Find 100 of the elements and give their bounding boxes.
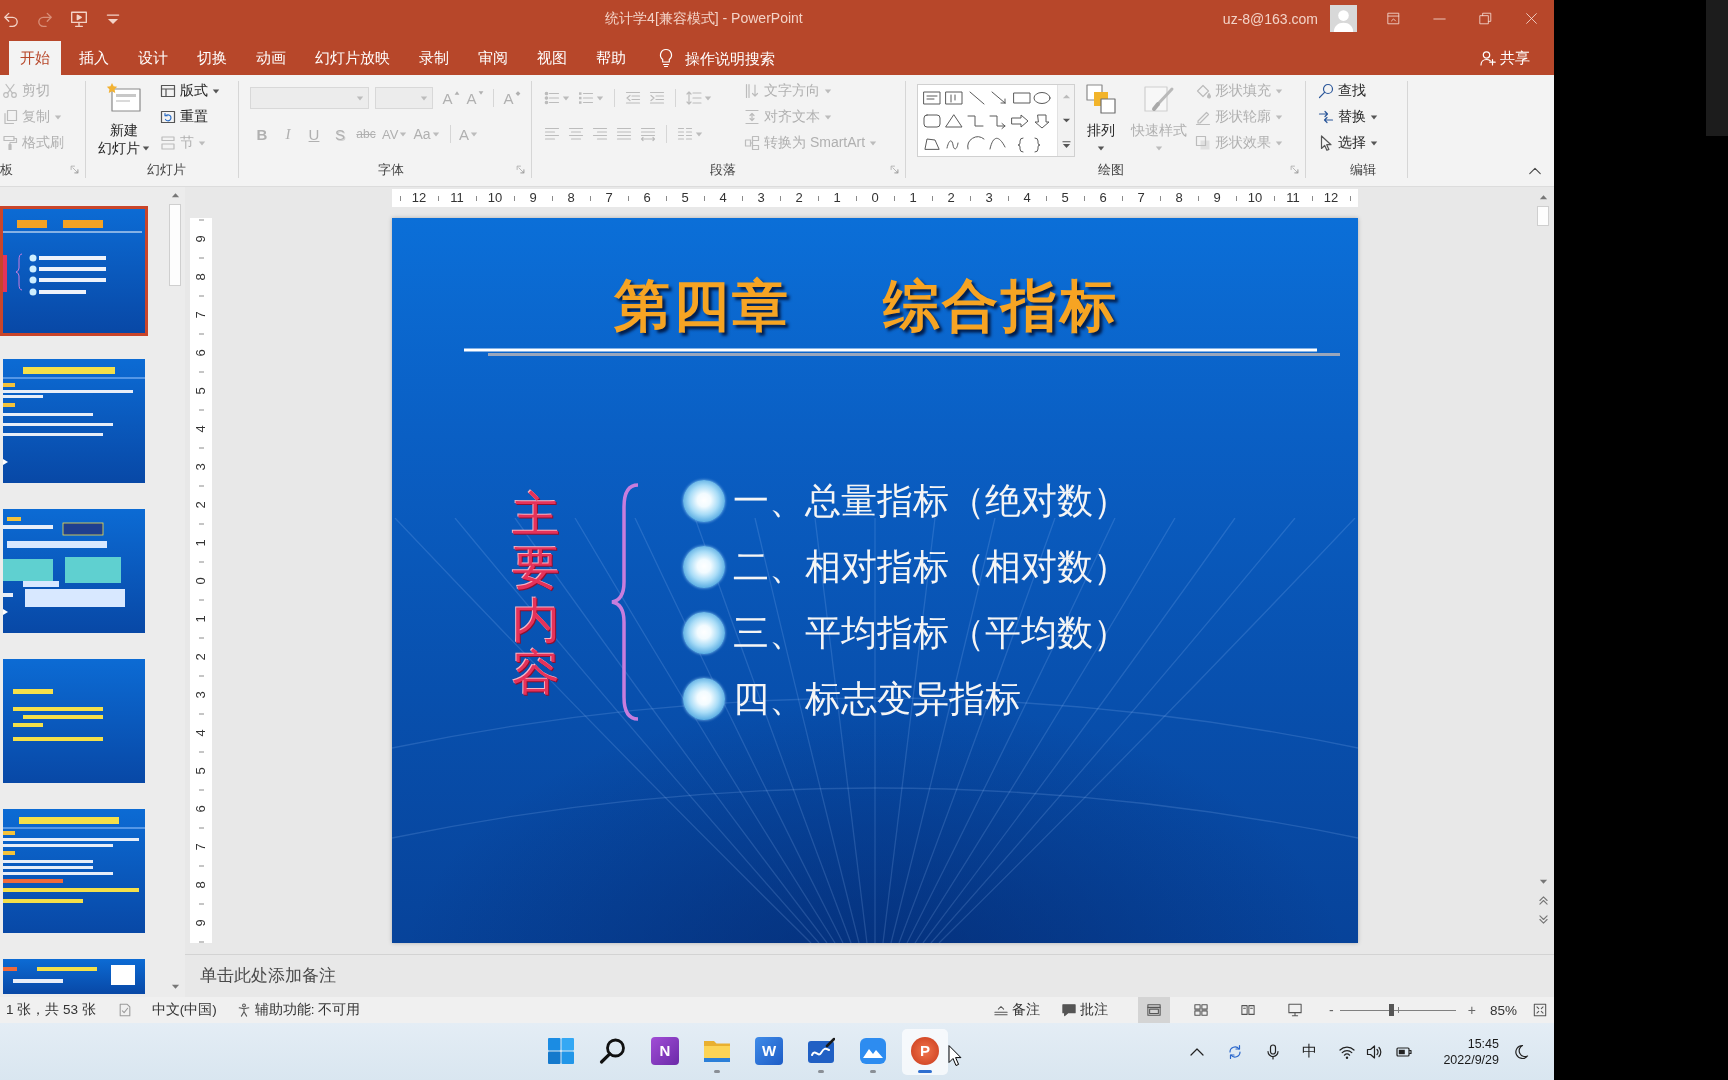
ruler-number: 3 bbox=[193, 690, 209, 699]
slide-thumbnail[interactable] bbox=[3, 959, 145, 994]
moon-icon[interactable] bbox=[1513, 1043, 1529, 1060]
restore-icon[interactable] bbox=[1478, 12, 1492, 25]
minimize-icon[interactable] bbox=[1432, 17, 1446, 20]
slide-thumbnail[interactable] bbox=[3, 809, 145, 933]
ruler-number: 9 bbox=[193, 918, 209, 927]
accessibility-button[interactable]: 辅助功能: 不可用 bbox=[236, 997, 361, 1023]
select-button[interactable]: 选择 bbox=[1318, 130, 1378, 156]
input-method-button[interactable]: 中 bbox=[1302, 1042, 1317, 1061]
ruler-number: 1 bbox=[193, 614, 209, 623]
section-icon bbox=[160, 135, 176, 151]
paintbrush-icon bbox=[2, 135, 18, 151]
slide-thumbnail[interactable] bbox=[0, 206, 148, 336]
group-label: 板 bbox=[0, 160, 13, 179]
close-icon[interactable] bbox=[1524, 12, 1538, 25]
slide-title: 综合指标 bbox=[883, 276, 1119, 336]
replace-button[interactable]: 替换 bbox=[1318, 104, 1378, 130]
zoom-in-button[interactable]: + bbox=[1467, 1002, 1476, 1018]
sync-icon[interactable] bbox=[1227, 1043, 1243, 1060]
layout-button[interactable]: 版式 bbox=[160, 78, 220, 104]
ribbon-tab[interactable]: 录制 bbox=[408, 41, 460, 75]
taskbar-button[interactable]: W bbox=[746, 1028, 792, 1075]
bullet-orb-icon bbox=[683, 612, 725, 654]
notes-button[interactable]: 备注 bbox=[994, 997, 1041, 1023]
ribbon-tab[interactable]: 设计 bbox=[127, 41, 179, 75]
slide-thumbnail[interactable] bbox=[3, 659, 145, 783]
diamond-icon bbox=[514, 90, 521, 96]
justify-icon bbox=[616, 126, 632, 142]
proofing-icon[interactable] bbox=[117, 1003, 132, 1017]
ribbon-tab[interactable]: 动画 bbox=[245, 41, 297, 75]
ruler-number: 6 bbox=[193, 348, 209, 357]
shapes-gallery[interactable] bbox=[917, 84, 1075, 157]
indent-icon bbox=[649, 90, 665, 106]
ruler-number: 5 bbox=[193, 766, 209, 775]
ruler-number: 1 bbox=[193, 538, 209, 547]
fit-window-icon[interactable] bbox=[1533, 1003, 1547, 1017]
grid-view-icon bbox=[1194, 1003, 1209, 1017]
bullet-orb-icon bbox=[683, 546, 725, 588]
ribbon-tab[interactable]: 审阅 bbox=[467, 41, 519, 75]
ruler-number: 9 bbox=[1213, 190, 1221, 206]
ribbon-tab[interactable]: 插入 bbox=[68, 41, 120, 75]
scroll-down-icon[interactable] bbox=[1538, 877, 1548, 886]
ruler-number: 12 bbox=[411, 190, 427, 206]
gallery-more-icon[interactable] bbox=[1061, 139, 1071, 149]
normal-view-icon bbox=[1147, 1003, 1162, 1017]
ribbon-tab[interactable]: 视图 bbox=[526, 41, 578, 75]
scroll-up-icon[interactable] bbox=[170, 191, 180, 200]
ribbon-tab[interactable]: 帮助 bbox=[585, 41, 637, 75]
language-button[interactable]: 中文(中国) bbox=[151, 1001, 217, 1019]
share-button[interactable]: 共享 bbox=[1480, 41, 1530, 75]
caret-down-icon bbox=[477, 90, 484, 96]
scroll-up-icon[interactable] bbox=[1538, 193, 1548, 202]
scroll-down-icon[interactable] bbox=[170, 982, 180, 991]
numbered-list-icon bbox=[578, 90, 594, 106]
microphone-icon[interactable] bbox=[1265, 1043, 1281, 1060]
tell-me-field[interactable]: 操作说明搜索 bbox=[681, 41, 789, 75]
previous-slide-icon[interactable] bbox=[1538, 896, 1548, 905]
search-icon bbox=[599, 1036, 627, 1065]
arrange-button[interactable]: 排列 bbox=[1081, 81, 1121, 157]
reset-icon bbox=[160, 109, 176, 125]
reset-button[interactable]: 重置 bbox=[160, 104, 220, 130]
normal-view-button[interactable] bbox=[1138, 997, 1171, 1023]
pointer-icon bbox=[1318, 135, 1334, 151]
notes-field[interactable]: 单击此处添加备注 bbox=[185, 955, 1554, 997]
ruler-number: 5 bbox=[193, 386, 209, 395]
ruler-number: 2 bbox=[193, 652, 209, 661]
ruler-number: 9 bbox=[193, 234, 209, 243]
find-button[interactable]: 查找 bbox=[1318, 78, 1378, 104]
scrollbar-thumb[interactable] bbox=[169, 204, 181, 286]
ribbon-tab[interactable]: 切换 bbox=[186, 41, 238, 75]
scrollbar-thumb[interactable] bbox=[1537, 206, 1549, 226]
clock-button[interactable]: 15:45 2022/9/29 bbox=[1429, 1035, 1499, 1068]
ruler-number: 6 bbox=[193, 804, 209, 813]
taskbar-button[interactable]: N bbox=[642, 1028, 688, 1075]
ruler-number: 12 bbox=[1323, 190, 1339, 206]
comments-button[interactable]: 批注 bbox=[1062, 997, 1109, 1023]
slide-thumbnail[interactable] bbox=[3, 359, 145, 483]
bullet-text: 二、相对指标（相对数） bbox=[733, 545, 1129, 589]
slide-thumbnail[interactable] bbox=[3, 509, 145, 633]
pencil-icon bbox=[1195, 109, 1211, 125]
speaker-icon[interactable] bbox=[1366, 1043, 1382, 1060]
align-center-icon bbox=[568, 126, 584, 142]
zoom-slider-thumb[interactable] bbox=[1388, 1004, 1394, 1016]
ruler-number: 3 bbox=[193, 462, 209, 471]
taskbar-button[interactable]: P bbox=[902, 1028, 948, 1075]
caret-up-icon bbox=[453, 90, 460, 96]
presentation-screen-icon[interactable] bbox=[70, 9, 88, 28]
swap-arrows-icon bbox=[1318, 109, 1334, 125]
ribbon-options-icon[interactable] bbox=[1386, 12, 1400, 25]
zoom-out-button[interactable]: - bbox=[1329, 1002, 1334, 1018]
new-slide-button[interactable]: 新建 幻灯片 bbox=[94, 81, 154, 157]
ribbon-tab[interactable]: 幻灯片放映 bbox=[304, 41, 401, 75]
zoom-level[interactable]: 85% bbox=[1489, 1002, 1517, 1018]
note-app-icon: N bbox=[651, 1036, 679, 1065]
gallery-down-icon[interactable] bbox=[1061, 116, 1071, 125]
ribbon-tab[interactable]: 开始 bbox=[9, 41, 61, 75]
ruler-number: 1 bbox=[833, 190, 841, 206]
start-icon bbox=[547, 1036, 575, 1065]
next-slide-icon[interactable] bbox=[1538, 915, 1548, 924]
